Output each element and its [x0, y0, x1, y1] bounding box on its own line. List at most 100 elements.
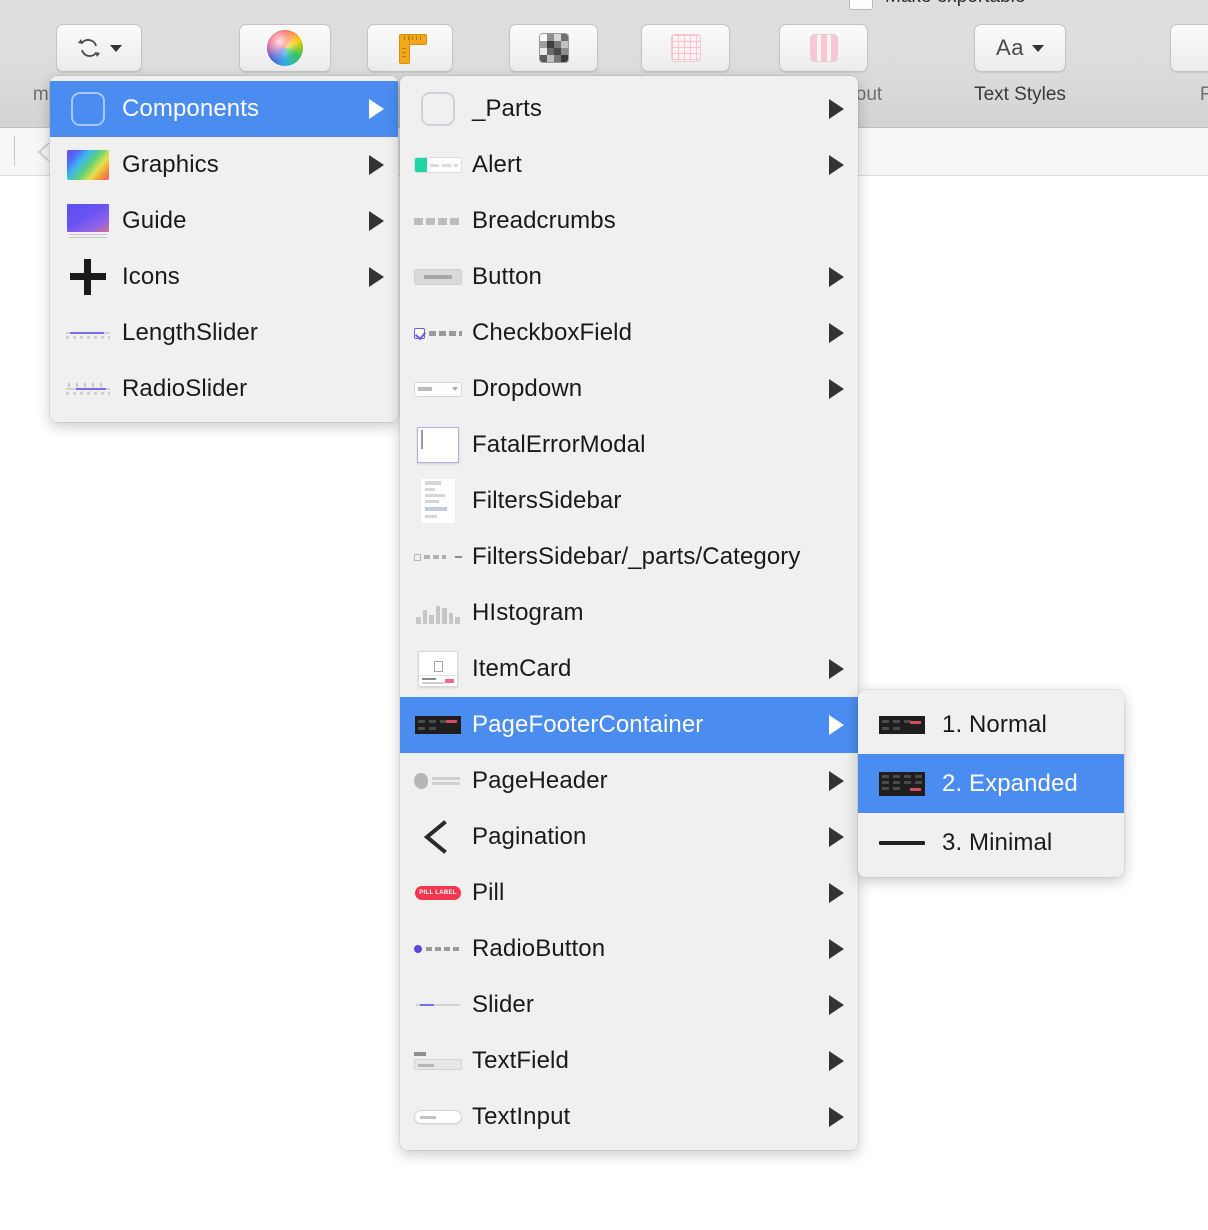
text-style-label: Aa [996, 35, 1024, 60]
color-picker-button[interactable] [239, 24, 331, 72]
menu-item-label: RadioSlider [122, 375, 248, 402]
histogram-thumb-icon [414, 591, 462, 635]
menu-item-filterssidebar[interactable]: FiltersSidebar [400, 473, 858, 529]
rotate-icon [76, 35, 102, 61]
menu-item-histogram[interactable]: HIstogram [400, 585, 858, 641]
menu-item-label: 3. Minimal [942, 828, 1053, 856]
submenu-arrow-icon [829, 715, 844, 735]
layout-grid-button[interactable] [641, 24, 730, 72]
make-exportable-label: Make exportable [885, 0, 1025, 8]
menu-item-pagination[interactable]: Pagination [400, 809, 858, 865]
rotate-copies-button[interactable] [56, 24, 142, 72]
menu-item-label: LengthSlider [122, 319, 258, 346]
textinput-thumb-icon [414, 1095, 462, 1139]
ruler-icon [393, 32, 427, 64]
menu-item-guide[interactable]: Guide [50, 193, 398, 249]
menu-item-footer-minimal[interactable]: 3. Minimal [858, 813, 1124, 872]
category-row-thumb-icon [414, 535, 462, 579]
menu-item-radiobutton[interactable]: RadioButton [400, 921, 858, 977]
divider [14, 136, 15, 166]
symbol-library-menu[interactable]: Components Graphics Guide Icons LengthSl… [50, 76, 398, 422]
menu-item-textfield[interactable]: TextField [400, 1033, 858, 1089]
menu-item-dropdown[interactable]: Dropdown [400, 361, 858, 417]
menu-item-label: Pagination [472, 823, 587, 850]
menu-item-lengthslider[interactable]: LengthSlider [50, 305, 398, 361]
item-card-thumb-icon [414, 647, 462, 691]
toolbar-top-strip: Make exportable [0, 0, 1208, 22]
menu-item-filterssidebar-category[interactable]: FiltersSidebar/_parts/Category [400, 529, 858, 585]
menu-item-label: ItemCard [472, 655, 572, 682]
menu-item-label: RadioButton [472, 935, 606, 962]
submenu-arrow-icon [369, 155, 384, 175]
footer-normal-thumb-icon [876, 703, 928, 747]
text-styles-button[interactable]: Aa [974, 24, 1066, 72]
footer-expanded-thumb-icon [876, 762, 928, 806]
submenu-arrow-icon [829, 1107, 844, 1127]
chevron-down-icon [1031, 44, 1044, 52]
radioslider-thumb-icon [64, 367, 112, 411]
button-thumb-icon [414, 255, 462, 299]
rounded-square-thumb-icon [64, 87, 112, 131]
menu-item-label: _Parts [472, 95, 542, 122]
modal-thumb-icon [414, 423, 462, 467]
make-exportable-checkbox[interactable] [849, 0, 873, 10]
submenu-arrow-icon [829, 939, 844, 959]
submenu-arrow-icon [829, 99, 844, 119]
dropdown-thumb-icon [414, 367, 462, 411]
components-submenu[interactable]: _Parts Alert Breadcrumbs Button Checkbox… [400, 76, 858, 1150]
breadcrumbs-thumb-icon [414, 199, 462, 243]
menu-item-label: PageHeader [472, 767, 608, 794]
footer-minimal-thumb-icon [876, 821, 928, 865]
pixel-grid-button[interactable] [509, 24, 598, 72]
page-header-thumb-icon [414, 759, 462, 803]
menu-item-parts[interactable]: _Parts [400, 81, 858, 137]
menu-item-label: PageFooterContainer [472, 711, 704, 738]
menu-item-footer-expanded[interactable]: 2. Expanded [858, 754, 1124, 813]
menu-item-label: Guide [122, 207, 187, 234]
menu-item-label: CheckboxField [472, 319, 633, 346]
menu-item-slider[interactable]: Slider [400, 977, 858, 1033]
checkbox-thumb-icon [414, 311, 462, 355]
menu-item-graphics[interactable]: Graphics [50, 137, 398, 193]
submenu-arrow-icon [369, 211, 384, 231]
submenu-arrow-icon [829, 379, 844, 399]
menu-item-alert[interactable]: Alert [400, 137, 858, 193]
sidebar-thumb-icon [414, 479, 462, 523]
layout-columns-icon [809, 34, 838, 62]
menu-item-label: Dropdown [472, 375, 583, 402]
menu-item-label: Alert [472, 151, 522, 178]
pill-thumb-icon: PILL LABEL [414, 871, 462, 915]
menu-item-button[interactable]: Button [400, 249, 858, 305]
menu-item-breadcrumbs[interactable]: Breadcrumbs [400, 193, 858, 249]
format-button[interactable] [1170, 24, 1208, 72]
menu-item-pagefootercontainer[interactable]: PageFooterContainer [400, 697, 858, 753]
text-styles-group-label: Text Styles [974, 84, 1066, 105]
menu-item-components[interactable]: Components [50, 81, 398, 137]
menu-item-label: Slider [472, 991, 534, 1018]
menu-item-radioslider[interactable]: RadioSlider [50, 361, 398, 417]
menu-item-label: 2. Expanded [942, 769, 1078, 797]
textfield-thumb-icon [414, 1039, 462, 1083]
menu-item-label: Button [472, 263, 542, 290]
menu-item-label: TextField [472, 1047, 569, 1074]
menu-item-itemcard[interactable]: ItemCard [400, 641, 858, 697]
layout-columns-button[interactable] [779, 24, 868, 72]
slider-thumb-icon [64, 311, 112, 355]
page-footer-variants-submenu[interactable]: 1. Normal 2. Expanded 3. Minimal [858, 690, 1124, 877]
pagination-thumb-icon [414, 815, 462, 859]
menu-item-textinput[interactable]: TextInput [400, 1089, 858, 1145]
submenu-arrow-icon [829, 323, 844, 343]
menu-item-checkboxfield[interactable]: CheckboxField [400, 305, 858, 361]
menu-item-icons[interactable]: Icons [50, 249, 398, 305]
menu-item-label: 1. Normal [942, 710, 1047, 738]
plus-thumb-icon [64, 255, 112, 299]
menu-item-footer-normal[interactable]: 1. Normal [858, 695, 1124, 754]
format-group-label: Fo [1199, 84, 1208, 105]
menu-item-label: TextInput [472, 1103, 571, 1130]
menu-item-pageheader[interactable]: PageHeader [400, 753, 858, 809]
menu-item-label: Graphics [122, 151, 219, 178]
menu-item-fatalerrormodal[interactable]: FatalErrorModal [400, 417, 858, 473]
ruler-button[interactable] [367, 24, 453, 72]
menu-item-label: FiltersSidebar/_parts/Category [472, 543, 801, 570]
menu-item-pill[interactable]: PILL LABEL Pill [400, 865, 858, 921]
